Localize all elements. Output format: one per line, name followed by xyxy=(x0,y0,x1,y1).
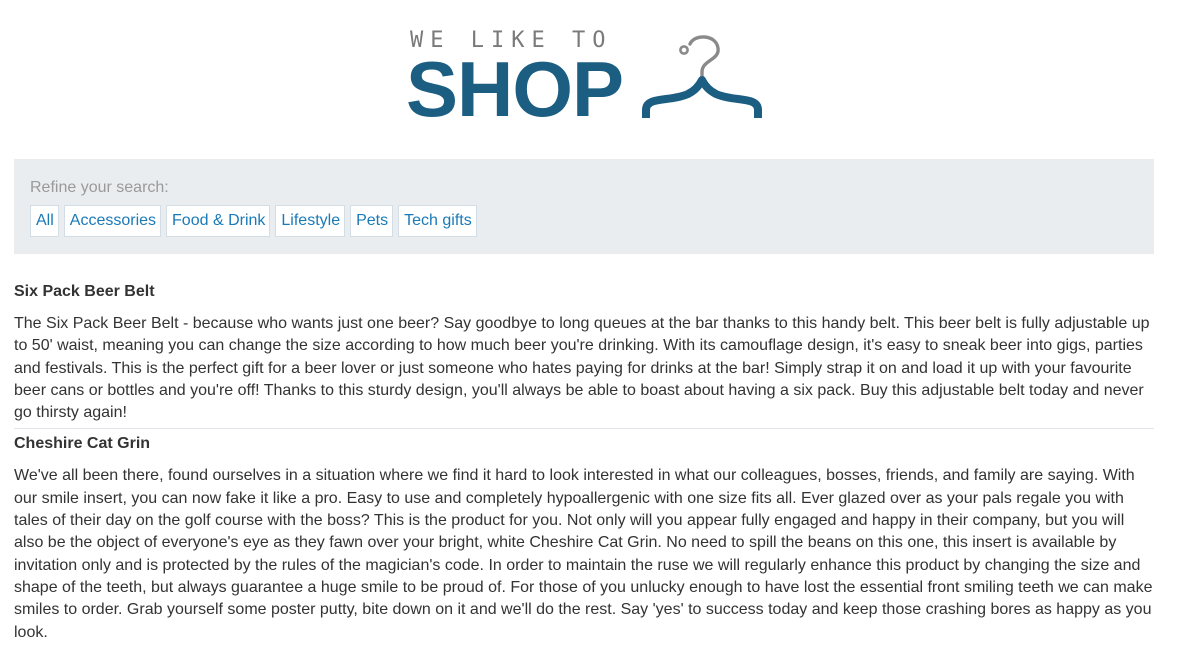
product-item: Six Pack Beer Belt The Six Pack Beer Bel… xyxy=(14,281,1154,430)
filter-link-tech-gifts[interactable]: Tech gifts xyxy=(398,205,477,237)
filter-category-list: All Accessories Food & Drink Lifestyle P… xyxy=(30,205,1138,237)
product-description: We've all been there, found ourselves in… xyxy=(14,467,1153,641)
coat-hanger-icon xyxy=(642,35,762,118)
product-list: Six Pack Beer Belt The Six Pack Beer Bel… xyxy=(14,279,1154,648)
product-title: Six Pack Beer Belt xyxy=(14,283,155,300)
page: WE LIKE TO SHOP Refine your search: All … xyxy=(0,0,1178,648)
logo-wordmark: SHOP xyxy=(406,45,624,133)
product-item: Cheshire Cat Grin We've all been there, … xyxy=(14,433,1154,648)
product-title: Cheshire Cat Grin xyxy=(14,435,151,453)
filter-title: Refine your search: xyxy=(30,179,169,196)
product-description: The Six Pack Beer Belt - because who wan… xyxy=(14,315,1150,422)
filter-link-lifestyle[interactable]: Lifestyle xyxy=(275,205,346,237)
site-logo[interactable]: WE LIKE TO SHOP xyxy=(404,26,764,133)
filter-panel: Refine your search: All Accessories Food… xyxy=(14,159,1154,254)
filter-link-all[interactable]: All xyxy=(30,205,59,237)
filter-link-accessories[interactable]: Accessories xyxy=(63,205,162,237)
filter-link-pets[interactable]: Pets xyxy=(350,205,394,237)
filter-link-food-drink[interactable]: Food & Drink xyxy=(166,205,271,237)
